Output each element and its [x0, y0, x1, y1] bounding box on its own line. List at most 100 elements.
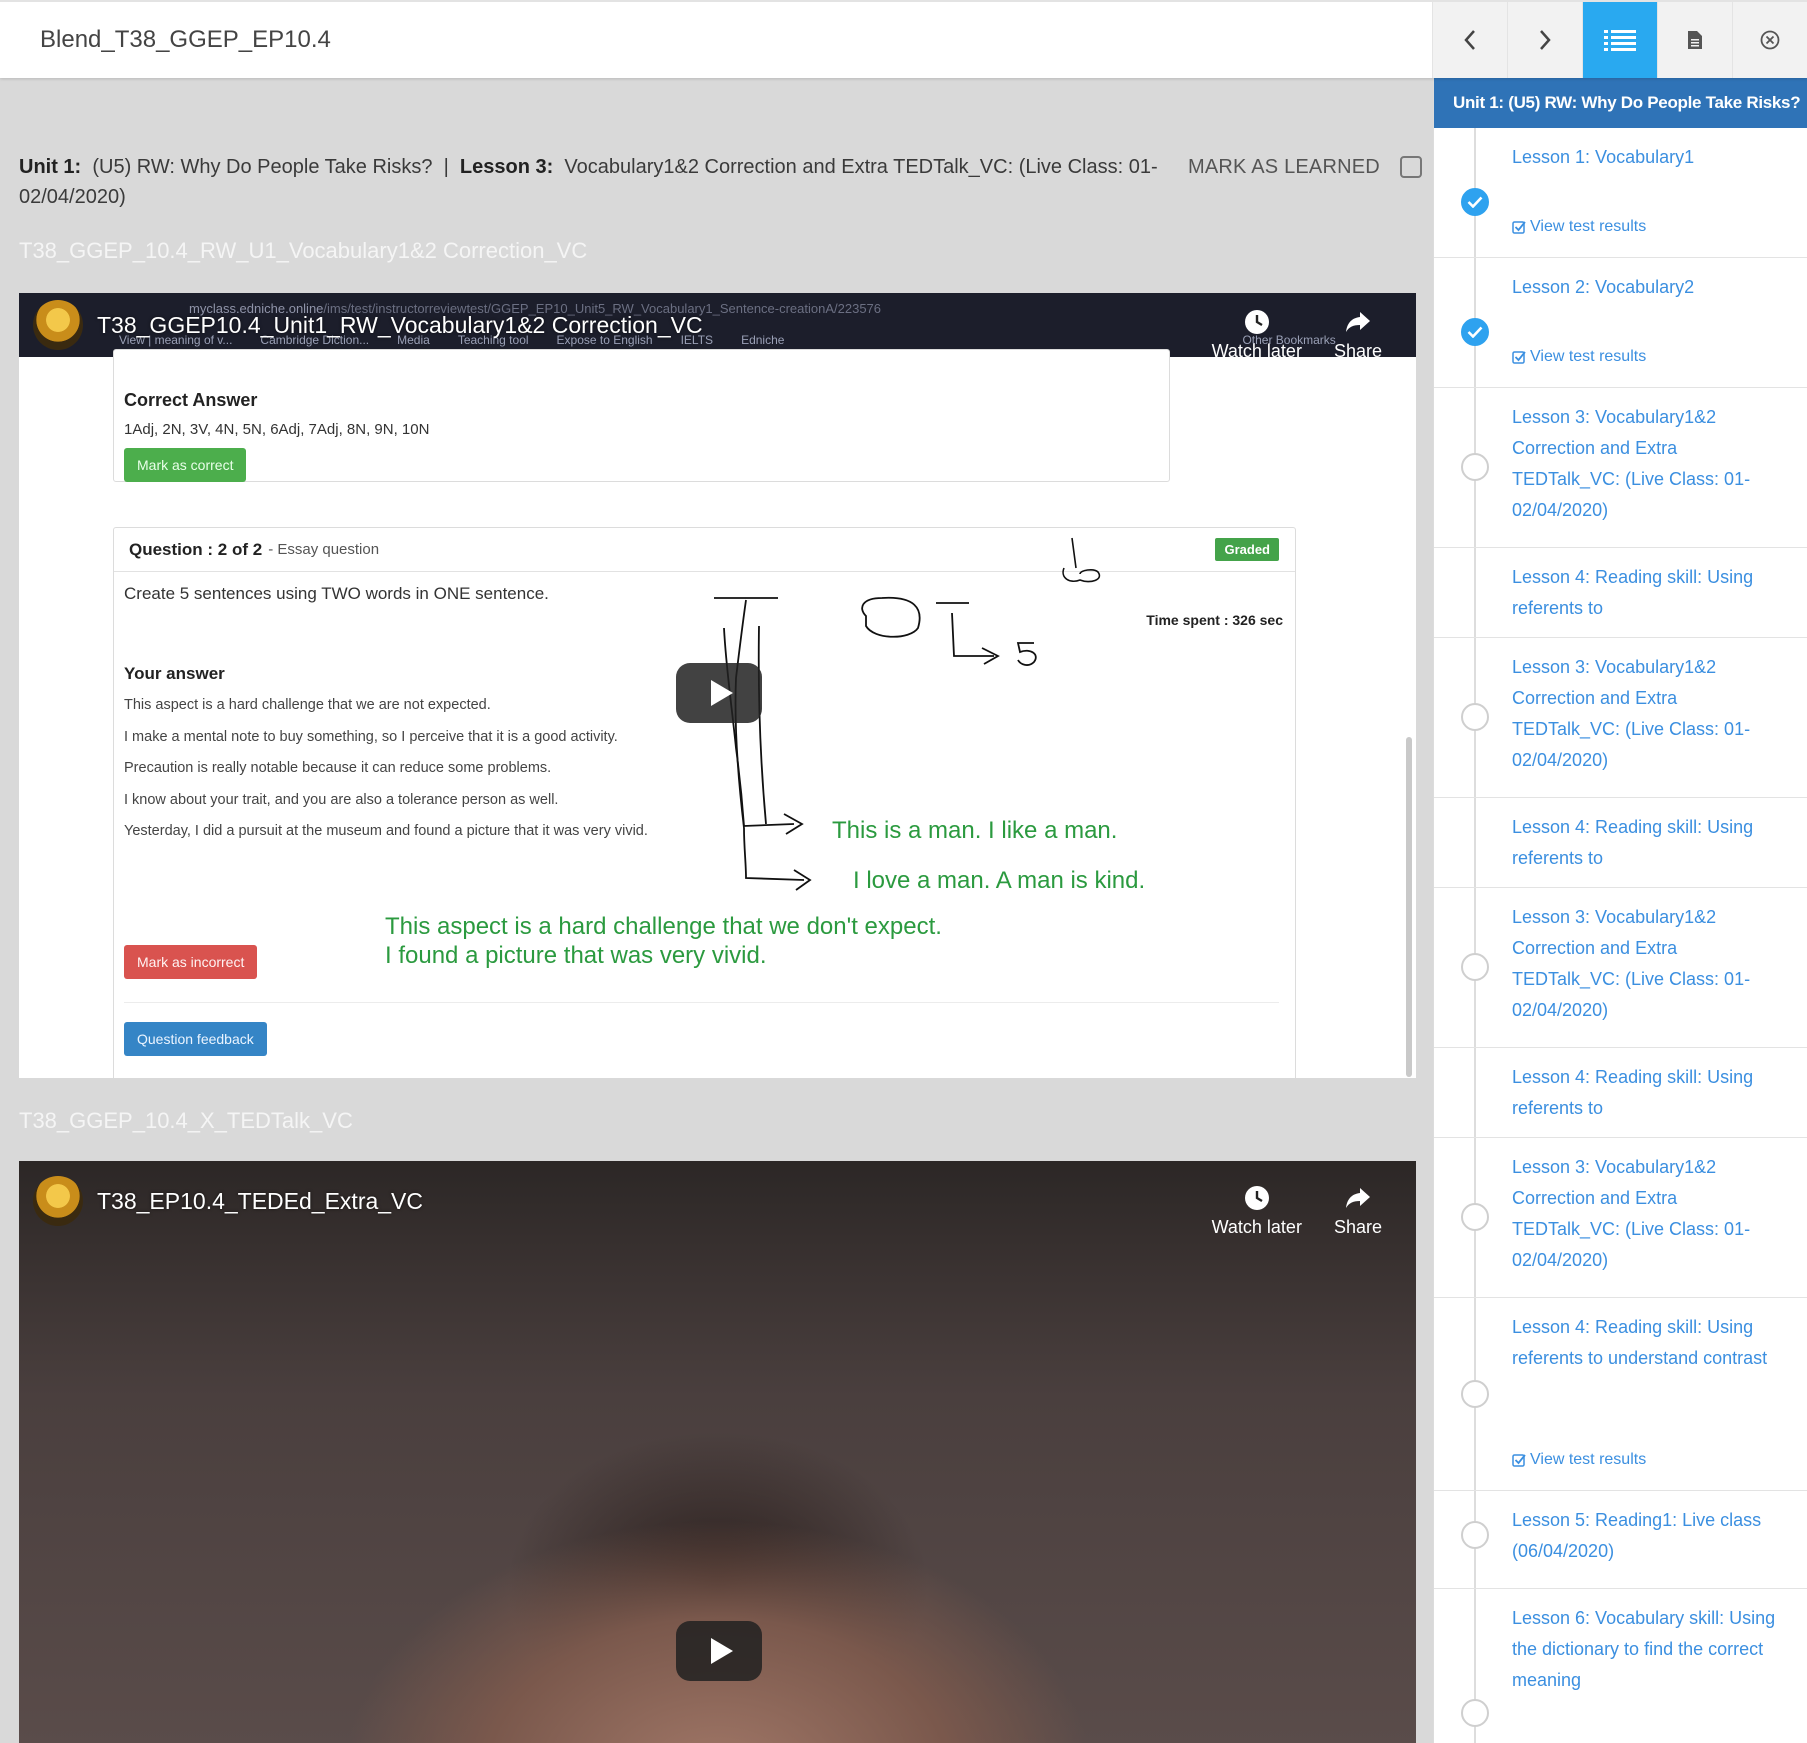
share-icon [1345, 1188, 1370, 1208]
view-test-results-label: View test results [1530, 218, 1647, 235]
lesson-list-button[interactable] [1582, 2, 1657, 78]
video-header: T38_GGEP10.4_Unit1_RW_Vocabulary1&2 Corr… [19, 293, 1416, 361]
channel-avatar[interactable] [33, 1176, 83, 1226]
mark-as-learned-label: MARK AS LEARNED [1188, 156, 1380, 178]
mark-as-learned-checkbox[interactable] [1399, 156, 1422, 178]
close-circle-icon [1760, 30, 1780, 50]
sidebar-lesson-label[interactable]: Lesson 3: Vocabulary1&2 Correction and E… [1512, 1152, 1782, 1276]
scrollbar[interactable] [1406, 737, 1412, 1077]
document-icon [1688, 31, 1702, 49]
share-label: Share [1333, 341, 1382, 361]
video-player[interactable]: myclass.edniche.online/ims/test/instruct… [19, 293, 1416, 1078]
sidebar-lesson-item[interactable]: Lesson 3: Vocabulary1&2 Correction and E… [1434, 638, 1807, 798]
play-button[interactable] [676, 663, 762, 723]
channel-avatar[interactable] [33, 300, 83, 350]
sidebar-lesson-label[interactable]: Lesson 4: Reading skill: Using referents… [1512, 1062, 1782, 1124]
share-label: Share [1333, 1217, 1382, 1237]
view-test-results-label: View test results [1530, 348, 1647, 365]
incomplete-circle-icon [1461, 1203, 1489, 1231]
video-actions: Watch later Share [1212, 309, 1382, 362]
breadcrumb: Unit 1: (U5) RW: Why Do People Take Risk… [19, 152, 1159, 212]
share-button[interactable]: Share [1334, 309, 1382, 362]
sidebar-lesson-label[interactable]: Lesson 3: Vocabulary1&2 Correction and E… [1512, 652, 1782, 776]
incomplete-circle-icon [1461, 1699, 1489, 1727]
play-button[interactable] [676, 1621, 762, 1681]
sidebar-lesson-item[interactable]: Lesson 6: Vocabulary skill: Using the di… [1434, 1589, 1807, 1743]
list-icon [1604, 30, 1636, 51]
mark-as-learned[interactable]: MARK AS LEARNED [1188, 152, 1422, 182]
share-button[interactable]: Share [1334, 1185, 1382, 1238]
incomplete-circle-icon [1461, 453, 1489, 481]
breadcrumb-separator: | [443, 156, 449, 178]
completed-check-icon [1461, 188, 1489, 216]
incomplete-circle-icon [1461, 1380, 1489, 1408]
correct-answer-values: 1Adj, 2N, 3V, 4N, 5N, 6Adj, 7Adj, 8N, 9N… [124, 421, 430, 438]
checkbox-icon [1512, 221, 1526, 234]
lesson-label: Lesson 3: [459, 156, 554, 178]
sidebar-lesson-label[interactable]: Lesson 4: Reading skill: Using referents… [1512, 812, 1782, 874]
section-title: T38_GGEP_10.4_X_TEDTalk_VC [19, 1108, 353, 1133]
video-title[interactable]: T38_EP10.4_TEDEd_Extra_VC [97, 1188, 423, 1215]
sidebar-lesson-item[interactable]: Lesson 4: Reading skill: Using referents… [1434, 798, 1807, 888]
sidebar-lesson-label[interactable]: Lesson 6: Vocabulary skill: Using the di… [1512, 1603, 1782, 1696]
correct-answer-card: Correct Answer 1Adj, 2N, 3V, 4N, 5N, 6Ad… [113, 349, 1170, 482]
video-header: T38_EP10.4_TEDEd_Extra_VC Watch later Sh… [19, 1169, 1416, 1237]
close-button[interactable] [1732, 2, 1807, 78]
checkbox-icon [1512, 1454, 1526, 1467]
sidebar-lesson-label[interactable]: Lesson 4: Reading skill: Using referents… [1512, 1312, 1782, 1374]
view-test-results-link[interactable]: View test results [1512, 1451, 1646, 1469]
view-test-results-link[interactable]: View test results [1512, 348, 1646, 366]
watch-later-label: Watch later [1211, 1217, 1302, 1237]
clock-icon [1244, 310, 1269, 334]
sidebar-lesson-item[interactable]: Lesson 4: Reading skill: Using referents… [1434, 1298, 1807, 1491]
top-bar: Blend_T38_GGEP_EP10.4 [0, 0, 1807, 78]
section-title: T38_GGEP_10.4_RW_U1_Vocabulary1&2 Correc… [19, 238, 588, 263]
sidebar-lesson-item[interactable]: Lesson 3: Vocabulary1&2 Correction and E… [1434, 888, 1807, 1048]
view-test-results-link[interactable]: View test results [1512, 218, 1646, 236]
sidebar-lesson-item[interactable]: Lesson 4: Reading skill: Using referents… [1434, 1048, 1807, 1138]
handwriting-strokes [714, 537, 1101, 891]
question-card: Question : 2 of 2 - Essay question Grade… [113, 527, 1296, 1078]
sidebar-lesson-item[interactable]: Lesson 3: Vocabulary1&2 Correction and E… [1434, 388, 1807, 548]
watch-later-button[interactable]: Watch later [1212, 309, 1302, 362]
incomplete-circle-icon [1461, 1521, 1489, 1549]
incomplete-circle-icon [1461, 703, 1489, 731]
video-actions: Watch later Share [1212, 1185, 1382, 1238]
sidebar-lesson-label[interactable]: Lesson 5: Reading1: Live class (06/04/20… [1512, 1505, 1782, 1567]
chevron-left-icon [1464, 30, 1475, 50]
incomplete-circle-icon [1461, 953, 1489, 981]
course-title: Blend_T38_GGEP_EP10.4 [40, 26, 331, 53]
sidebar-lesson-item[interactable]: Lesson 5: Reading1: Live class (06/04/20… [1434, 1491, 1807, 1589]
sidebar-lesson-label[interactable]: Lesson 3: Vocabulary1&2 Correction and E… [1512, 902, 1782, 1026]
watch-later-button[interactable]: Watch later [1212, 1185, 1302, 1238]
sidebar-lesson-item[interactable]: Lesson 1: Vocabulary1 View test results [1434, 128, 1807, 258]
view-test-results-label: View test results [1530, 1451, 1647, 1468]
sidebar-unit-header: Unit 1: (U5) RW: Why Do People Take Risk… [1434, 78, 1807, 128]
clock-icon [1244, 1186, 1269, 1210]
watch-later-label: Watch later [1211, 341, 1302, 361]
sidebar-lesson-item[interactable]: Lesson 2: Vocabulary2 View test results [1434, 258, 1807, 388]
sidebar-lesson-item[interactable]: Lesson 3: Vocabulary1&2 Correction and E… [1434, 1138, 1807, 1298]
next-lesson-button[interactable] [1507, 2, 1582, 78]
notes-button[interactable] [1657, 2, 1732, 78]
mark-correct-button[interactable]: Mark as correct [124, 448, 247, 482]
nav-buttons [1432, 2, 1807, 78]
sidebar-lesson-label[interactable]: Lesson 3: Vocabulary1&2 Correction and E… [1512, 402, 1782, 526]
checkbox-icon [1512, 351, 1526, 364]
unit-title: (U5) RW: Why Do People Take Risks? [92, 156, 433, 178]
sidebar-lesson-item[interactable]: Lesson 4: Reading skill: Using referents… [1434, 548, 1807, 638]
lesson-content: Unit 1: (U5) RW: Why Do People Take Risk… [0, 78, 1432, 1743]
unit-label: Unit 1: [19, 156, 82, 178]
completed-check-icon [1461, 318, 1489, 346]
share-icon [1345, 312, 1370, 332]
video-player[interactable]: T38_EP10.4_TEDEd_Extra_VC Watch later Sh… [19, 1161, 1416, 1743]
chevron-right-icon [1540, 30, 1551, 50]
video-title[interactable]: T38_GGEP10.4_Unit1_RW_Vocabulary1&2 Corr… [97, 312, 703, 339]
sidebar-lesson-label[interactable]: Lesson 4: Reading skill: Using referents… [1512, 562, 1782, 624]
sidebar-lesson-label[interactable]: Lesson 1: Vocabulary1 [1512, 142, 1782, 173]
sidebar-lesson-label[interactable]: Lesson 2: Vocabulary2 [1512, 272, 1782, 303]
correct-answer-title: Correct Answer [124, 390, 258, 410]
lesson-sidebar: Unit 1: (U5) RW: Why Do People Take Risk… [1433, 78, 1807, 1743]
lesson-list: Lesson 1: Vocabulary1 View test results Le… [1434, 128, 1807, 1743]
prev-lesson-button[interactable] [1432, 2, 1507, 78]
